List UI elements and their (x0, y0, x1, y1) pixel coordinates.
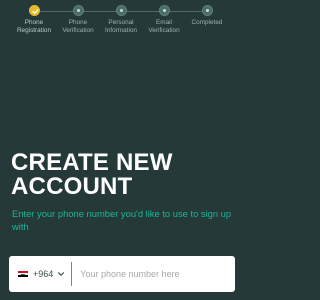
page-title: CREATE NEW ACCOUNT (11, 149, 173, 200)
page-subtitle: Enter your phone number you'd like to us… (12, 208, 232, 232)
step-dot-icon (201, 5, 213, 16)
phone-number-field: +964 (9, 256, 235, 292)
check-icon (28, 5, 40, 16)
step-label: Completed (191, 19, 223, 26)
step-dot-icon (115, 5, 127, 16)
step-completed: Completed (177, 5, 237, 27)
country-code-selector[interactable]: +964 (9, 256, 65, 292)
step-dot-icon (72, 5, 84, 16)
registration-stepper: Phone Registration Phone Verification Pe… (0, 0, 243, 40)
iraq-flag-icon (18, 270, 28, 278)
phone-number-input[interactable] (72, 256, 235, 292)
country-code: +964 (33, 269, 54, 279)
step-dot-icon (158, 5, 170, 16)
chevron-down-icon (58, 272, 65, 276)
